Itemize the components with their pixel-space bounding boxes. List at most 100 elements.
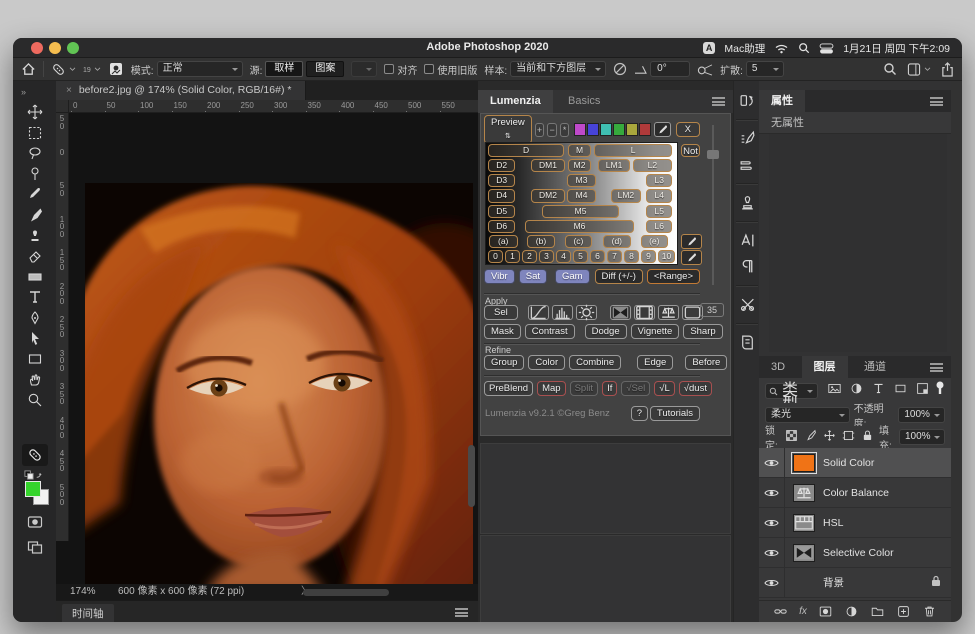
sel-button[interactable]: Sel: [484, 305, 518, 320]
opacity-select[interactable]: 100%: [898, 407, 945, 423]
apply-contrast-button[interactable]: Contrast: [525, 324, 575, 339]
panel-brushes-icon[interactable]: [737, 155, 757, 175]
filter-type-select[interactable]: 类型: [765, 383, 818, 399]
mask-button-6[interactable]: 6: [590, 250, 605, 263]
sample-select[interactable]: 当前和下方图层: [510, 61, 606, 77]
opacity-slider-track[interactable]: [712, 125, 714, 285]
panel-history-icon[interactable]: [737, 91, 757, 111]
mask-button-9[interactable]: 9: [641, 250, 656, 263]
quick-mask-button[interactable]: [26, 513, 44, 531]
timeline-menu-icon[interactable]: [455, 608, 468, 617]
mask-button-L4[interactable]: L4: [646, 189, 672, 202]
lumenzia-menu-icon[interactable]: [712, 97, 725, 106]
tool-path-select[interactable]: [26, 330, 44, 348]
apply-film-button[interactable]: [634, 305, 655, 320]
pen-pressure-icon[interactable]: [697, 63, 713, 76]
tool-lasso[interactable]: [26, 144, 44, 162]
panel-paragraph-icon[interactable]: [737, 257, 757, 277]
color-swatch-3[interactable]: [613, 123, 625, 136]
mask-button-L3[interactable]: L3: [646, 174, 672, 187]
layer-visibility-eye-icon[interactable]: [759, 568, 785, 597]
refine-color-button[interactable]: Color: [528, 355, 565, 370]
diffuse-select[interactable]: 5: [746, 61, 784, 77]
mask-button-M4[interactable]: M4: [567, 189, 597, 202]
tab-channels[interactable]: 通道: [852, 356, 898, 378]
apply-levels-button[interactable]: [552, 305, 573, 320]
search-icon[interactable]: [883, 62, 897, 76]
blend-L-button[interactable]: √L: [654, 381, 675, 396]
share-icon[interactable]: [941, 62, 954, 77]
tool-spot-healing-active[interactable]: [22, 444, 48, 466]
mask-button-M[interactable]: M: [568, 144, 592, 157]
tool-clone-stamp[interactable]: [26, 227, 44, 245]
mask-button-L[interactable]: L: [594, 144, 672, 157]
legacy-checkbox[interactable]: [424, 64, 434, 74]
panel-clone-source-icon[interactable]: [737, 193, 757, 213]
mask-button-D4[interactable]: D4: [488, 189, 516, 202]
foreground-color-swatch[interactable]: [25, 481, 41, 497]
filter-shape-icon[interactable]: [893, 382, 908, 400]
layer-new-layer-button[interactable]: [896, 605, 911, 618]
tab-basics[interactable]: Basics: [556, 90, 612, 113]
mask-button-D5[interactable]: D5: [488, 205, 516, 218]
layer-visibility-eye-icon[interactable]: [759, 508, 785, 537]
lock-all-icon[interactable]: [861, 429, 874, 445]
layer-row-1[interactable]: Color Balance: [759, 478, 951, 508]
panel-tools-icon[interactable]: [737, 295, 757, 315]
mask-button-7[interactable]: 7: [607, 250, 622, 263]
tool-brush[interactable]: [26, 206, 44, 224]
mask-button-L2[interactable]: L2: [633, 159, 672, 172]
diff-button[interactable]: Diff (+/-): [595, 269, 643, 284]
layer-mask-button[interactable]: [818, 605, 833, 618]
lock-position-icon[interactable]: [823, 429, 836, 445]
minus-button[interactable]: −: [547, 123, 557, 137]
mask-button-e[interactable]: (e): [641, 235, 669, 248]
blend-Map-button[interactable]: Map: [537, 381, 565, 396]
layer-thumbnail-hsl[interactable]: [793, 514, 815, 532]
layer-visibility-eye-icon[interactable]: [759, 478, 785, 507]
default-swap-colors-icon[interactable]: [24, 470, 44, 480]
layers-menu-icon[interactable]: [930, 363, 943, 372]
mask-button-DM2[interactable]: DM2: [531, 189, 564, 202]
tool-gradient[interactable]: [26, 268, 44, 286]
panel-brush-settings-icon[interactable]: [737, 129, 757, 149]
legacy-option[interactable]: 使用旧版: [424, 62, 477, 77]
filter-type-icon[interactable]: [871, 382, 886, 400]
not-button[interactable]: Not: [681, 144, 700, 157]
angle-input[interactable]: 0°: [650, 61, 690, 77]
brush-preset-picker[interactable]: 19: [83, 64, 101, 75]
opacity-slider-handle[interactable]: [707, 150, 719, 159]
mask-button-M2[interactable]: M2: [568, 159, 592, 172]
apply-vignette-button[interactable]: [610, 305, 631, 320]
apply-balance-button[interactable]: [658, 305, 679, 320]
document-horizontal-scrollbar[interactable]: [303, 589, 389, 596]
mask-button-c[interactable]: (c): [565, 235, 593, 248]
mask-button-4[interactable]: 4: [556, 250, 571, 263]
zone-picker2-button[interactable]: [681, 250, 702, 265]
mask-button-D6[interactable]: D6: [488, 220, 516, 233]
layer-group-button[interactable]: [870, 605, 885, 618]
tool-zoom[interactable]: [26, 391, 44, 409]
layer-thumbnail-selective[interactable]: [793, 544, 815, 562]
screen-mode-button[interactable]: [26, 537, 44, 555]
vibrance-button[interactable]: Vibr: [484, 269, 515, 284]
mask-button-10[interactable]: 10: [658, 250, 675, 263]
mask-button-LM1[interactable]: LM1: [598, 159, 630, 172]
apply-dodge-button[interactable]: Dodge: [585, 324, 627, 339]
mask-button-L5[interactable]: L5: [646, 205, 672, 218]
range-button[interactable]: <Range>: [647, 269, 700, 284]
panel-character-icon[interactable]: [737, 231, 757, 251]
document-vertical-scrollbar[interactable]: [468, 445, 475, 507]
layer-visibility-eye-icon[interactable]: [759, 538, 785, 567]
close-tab-icon[interactable]: ×: [66, 85, 72, 96]
ignore-adjustment-layers-icon[interactable]: [613, 62, 627, 76]
opacity-slider-value[interactable]: 35: [700, 303, 724, 317]
zone-picker-button[interactable]: [681, 234, 702, 249]
spotlight-search-icon[interactable]: [798, 42, 810, 54]
tool-healing[interactable]: [26, 165, 44, 183]
mask-button-DM1[interactable]: DM1: [531, 159, 564, 172]
layer-adjustment-button[interactable]: [844, 605, 859, 618]
layer-thumbnail-balance[interactable]: [793, 484, 815, 502]
mask-button-d[interactable]: (d): [603, 235, 631, 248]
saturation-button[interactable]: Sat: [519, 269, 547, 284]
